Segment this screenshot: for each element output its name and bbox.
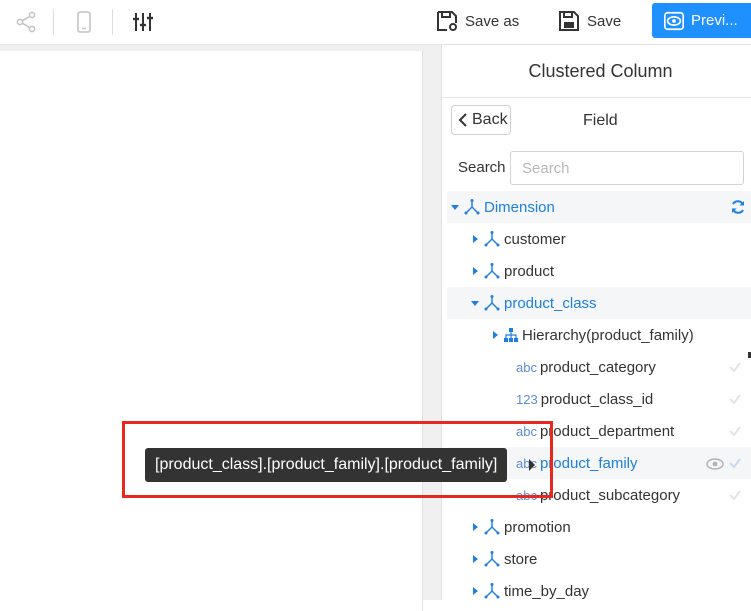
dimension-icon <box>483 518 501 536</box>
tree-item-hierarchy[interactable]: Hierarchy(product_family) <box>447 319 751 351</box>
field-item[interactable]: 123 product_class_id <box>447 383 751 415</box>
save-as-button[interactable]: Save as <box>435 4 519 38</box>
dimension-icon <box>463 198 481 216</box>
toolbar-divider <box>53 9 54 35</box>
save-as-icon <box>437 11 457 31</box>
dimension-icon <box>483 262 501 280</box>
save-label: Save <box>587 12 622 30</box>
dimension-icon <box>483 550 501 568</box>
check-icon[interactable] <box>728 424 742 442</box>
chevron-left-icon <box>458 113 467 127</box>
tree-item-store[interactable]: store <box>447 543 751 575</box>
field-label: product_department <box>539 422 675 440</box>
tree-label: promotion <box>504 518 571 536</box>
report-canvas-area <box>0 45 441 611</box>
mobile-icon[interactable] <box>72 10 96 34</box>
caret-right-icon[interactable] <box>467 522 483 532</box>
field-title: Field <box>583 112 618 129</box>
report-canvas[interactable] <box>0 51 423 611</box>
caret-right-icon[interactable] <box>467 554 483 564</box>
top-toolbar: Save as Save Previ... <box>0 0 751 45</box>
save-button[interactable]: Save <box>557 4 621 38</box>
toolbar-divider <box>112 9 113 35</box>
number-type-icon: 123 <box>516 391 538 407</box>
field-item[interactable]: abc product_category <box>447 351 751 383</box>
tree-label: customer <box>504 230 566 248</box>
check-icon[interactable] <box>728 456 742 474</box>
check-icon[interactable] <box>728 488 742 506</box>
check-icon[interactable] <box>728 392 742 410</box>
tree-label: time_by_day <box>504 582 590 600</box>
dimension-icon <box>483 230 501 248</box>
caret-right-icon[interactable] <box>467 234 483 244</box>
back-button[interactable]: Back <box>451 105 511 135</box>
field-label: product_subcategory <box>539 486 681 504</box>
dimension-icon <box>483 294 501 312</box>
caret-down-icon[interactable] <box>447 202 463 212</box>
tree-item-product-class[interactable]: product_class <box>447 287 751 319</box>
highlight-box <box>122 421 553 498</box>
search-input[interactable] <box>510 151 744 185</box>
eye-icon[interactable] <box>706 457 724 474</box>
search-label: Search <box>458 159 506 176</box>
string-type-icon: abc <box>516 359 537 375</box>
panel-divider <box>442 97 751 98</box>
tree-label: product_class <box>504 294 597 312</box>
field-label: product_class_id <box>540 390 654 408</box>
back-label: Back <box>472 111 508 128</box>
tree-item-dimension[interactable]: Dimension <box>447 191 751 223</box>
tree-item-product[interactable]: product <box>447 255 751 287</box>
tree-label: store <box>504 550 538 568</box>
tree-item-time-by-day[interactable]: time_by_day <box>447 575 751 607</box>
settings-sliders-icon[interactable] <box>131 10 155 34</box>
field-label: product_category <box>539 358 656 376</box>
field-panel: Clustered Column Back Field Search Dimen… <box>441 45 751 600</box>
tree-item-customer[interactable]: customer <box>447 223 751 255</box>
field-label: product_family <box>539 454 638 472</box>
check-icon[interactable] <box>728 360 742 378</box>
tree-label: Dimension <box>484 198 555 216</box>
tree-item-promotion[interactable]: promotion <box>447 511 751 543</box>
caret-right-icon[interactable] <box>467 266 483 276</box>
caret-down-icon[interactable] <box>467 298 483 308</box>
hierarchy-icon <box>503 327 519 343</box>
caret-right-icon[interactable] <box>487 330 503 340</box>
preview-button[interactable]: Previ... <box>652 3 751 38</box>
refresh-icon[interactable] <box>730 199 746 219</box>
tree-label: product <box>504 262 555 280</box>
save-icon <box>559 11 579 31</box>
dimension-icon <box>483 582 501 600</box>
save-as-label: Save as <box>465 12 520 30</box>
tree-label: Hierarchy(product_family) <box>522 326 694 344</box>
share-icon[interactable] <box>14 10 38 34</box>
preview-eye-icon <box>664 11 684 30</box>
panel-title: Clustered Column <box>528 61 673 81</box>
caret-right-icon[interactable] <box>467 586 483 596</box>
preview-label: Previ... <box>691 12 738 29</box>
